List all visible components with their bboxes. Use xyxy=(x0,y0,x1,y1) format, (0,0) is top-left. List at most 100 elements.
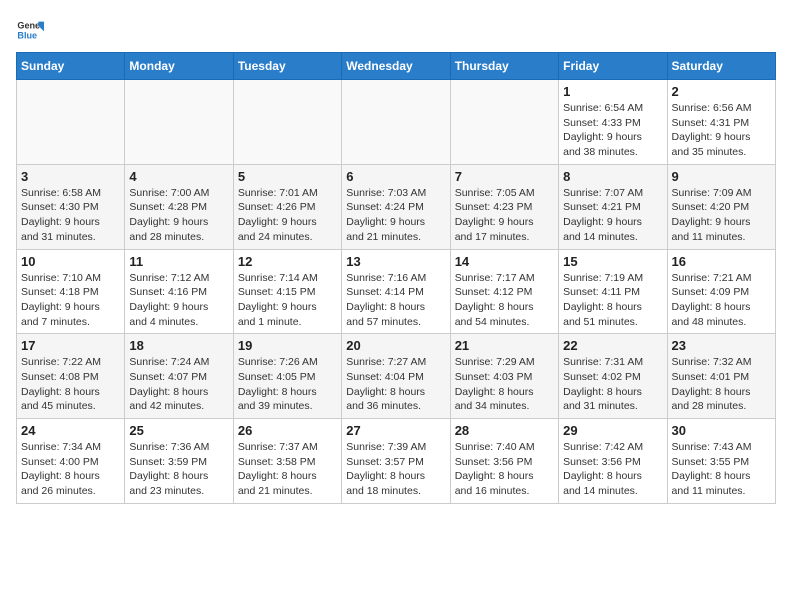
svg-text:Blue: Blue xyxy=(17,30,37,40)
calendar-cell: 7 Sunrise: 7:05 AM Sunset: 4:23 PM Daylig… xyxy=(450,164,558,249)
day-info: Sunrise: 7:05 AM Sunset: 4:23 PM Dayligh… xyxy=(455,186,554,245)
day-info: Sunrise: 6:58 AM Sunset: 4:30 PM Dayligh… xyxy=(21,186,120,245)
calendar-cell: 30 Sunrise: 7:43 AM Sunset: 3:55 PM Dayli… xyxy=(667,419,775,504)
calendar-table: SundayMondayTuesdayWednesdayThursdayFrid… xyxy=(16,52,776,504)
header-thursday: Thursday xyxy=(450,53,558,80)
day-info: Sunrise: 7:00 AM Sunset: 4:28 PM Dayligh… xyxy=(129,186,228,245)
day-info: Sunrise: 7:19 AM Sunset: 4:11 PM Dayligh… xyxy=(563,271,662,330)
day-number: 23 xyxy=(672,338,771,353)
calendar-cell: 21 Sunrise: 7:29 AM Sunset: 4:03 PM Dayli… xyxy=(450,334,558,419)
header-saturday: Saturday xyxy=(667,53,775,80)
calendar-cell: 3 Sunrise: 6:58 AM Sunset: 4:30 PM Daylig… xyxy=(17,164,125,249)
day-number: 5 xyxy=(238,169,337,184)
day-number: 17 xyxy=(21,338,120,353)
header-friday: Friday xyxy=(559,53,667,80)
day-info: Sunrise: 7:16 AM Sunset: 4:14 PM Dayligh… xyxy=(346,271,445,330)
day-number: 28 xyxy=(455,423,554,438)
day-number: 27 xyxy=(346,423,445,438)
calendar-cell: 12 Sunrise: 7:14 AM Sunset: 4:15 PM Dayli… xyxy=(233,249,341,334)
calendar-cell: 9Sunrise: 7:09 AM Sunset: 4:20 PM Daylig… xyxy=(667,164,775,249)
calendar-cell xyxy=(125,80,233,165)
calendar-cell xyxy=(342,80,450,165)
calendar-cell: 6Sunrise: 7:03 AM Sunset: 4:24 PM Daylig… xyxy=(342,164,450,249)
day-number: 10 xyxy=(21,254,120,269)
day-number: 25 xyxy=(129,423,228,438)
calendar-cell: 14 Sunrise: 7:17 AM Sunset: 4:12 PM Dayli… xyxy=(450,249,558,334)
day-info: Sunrise: 7:31 AM Sunset: 4:02 PM Dayligh… xyxy=(563,355,662,414)
calendar-cell: 26 Sunrise: 7:37 AM Sunset: 3:58 PM Dayli… xyxy=(233,419,341,504)
header-wednesday: Wednesday xyxy=(342,53,450,80)
day-info: Sunrise: 6:54 AM Sunset: 4:33 PM Dayligh… xyxy=(563,101,662,160)
calendar-cell: 10 Sunrise: 7:10 AM Sunset: 4:18 PM Dayli… xyxy=(17,249,125,334)
day-number: 24 xyxy=(21,423,120,438)
day-info: Sunrise: 7:42 AM Sunset: 3:56 PM Dayligh… xyxy=(563,440,662,499)
calendar-cell: 4 Sunrise: 7:00 AM Sunset: 4:28 PM Daylig… xyxy=(125,164,233,249)
day-number: 29 xyxy=(563,423,662,438)
header-sunday: Sunday xyxy=(17,53,125,80)
day-number: 26 xyxy=(238,423,337,438)
day-number: 4 xyxy=(129,169,228,184)
calendar-cell: 17 Sunrise: 7:22 AM Sunset: 4:08 PM Dayli… xyxy=(17,334,125,419)
calendar-cell: 5 Sunrise: 7:01 AM Sunset: 4:26 PM Daylig… xyxy=(233,164,341,249)
calendar-cell: 22 Sunrise: 7:31 AM Sunset: 4:02 PM Dayli… xyxy=(559,334,667,419)
calendar-header-row: SundayMondayTuesdayWednesdayThursdayFrid… xyxy=(17,53,776,80)
calendar-week-row: 17 Sunrise: 7:22 AM Sunset: 4:08 PM Dayli… xyxy=(17,334,776,419)
day-info: Sunrise: 7:21 AM Sunset: 4:09 PM Dayligh… xyxy=(672,271,771,330)
day-number: 18 xyxy=(129,338,228,353)
day-number: 19 xyxy=(238,338,337,353)
day-info: Sunrise: 7:40 AM Sunset: 3:56 PM Dayligh… xyxy=(455,440,554,499)
calendar-cell: 8Sunrise: 7:07 AM Sunset: 4:21 PM Daylig… xyxy=(559,164,667,249)
day-number: 3 xyxy=(21,169,120,184)
day-info: Sunrise: 7:12 AM Sunset: 4:16 PM Dayligh… xyxy=(129,271,228,330)
day-number: 22 xyxy=(563,338,662,353)
day-number: 1 xyxy=(563,84,662,99)
day-number: 13 xyxy=(346,254,445,269)
day-info: Sunrise: 7:32 AM Sunset: 4:01 PM Dayligh… xyxy=(672,355,771,414)
day-number: 8 xyxy=(563,169,662,184)
day-number: 20 xyxy=(346,338,445,353)
calendar-week-row: 24 Sunrise: 7:34 AM Sunset: 4:00 PM Dayli… xyxy=(17,419,776,504)
day-number: 30 xyxy=(672,423,771,438)
calendar-cell: 1 Sunrise: 6:54 AM Sunset: 4:33 PM Daylig… xyxy=(559,80,667,165)
calendar-cell: 13 Sunrise: 7:16 AM Sunset: 4:14 PM Dayli… xyxy=(342,249,450,334)
day-info: Sunrise: 7:43 AM Sunset: 3:55 PM Dayligh… xyxy=(672,440,771,499)
day-number: 2 xyxy=(672,84,771,99)
day-number: 14 xyxy=(455,254,554,269)
logo: General Blue xyxy=(16,16,44,44)
day-info: Sunrise: 7:26 AM Sunset: 4:05 PM Dayligh… xyxy=(238,355,337,414)
calendar-cell: 23 Sunrise: 7:32 AM Sunset: 4:01 PM Dayli… xyxy=(667,334,775,419)
calendar-cell: 11 Sunrise: 7:12 AM Sunset: 4:16 PM Dayli… xyxy=(125,249,233,334)
day-number: 21 xyxy=(455,338,554,353)
calendar-cell: 28 Sunrise: 7:40 AM Sunset: 3:56 PM Dayli… xyxy=(450,419,558,504)
day-info: Sunrise: 7:34 AM Sunset: 4:00 PM Dayligh… xyxy=(21,440,120,499)
logo-icon: General Blue xyxy=(16,16,44,44)
day-info: Sunrise: 7:03 AM Sunset: 4:24 PM Dayligh… xyxy=(346,186,445,245)
calendar-cell: 29 Sunrise: 7:42 AM Sunset: 3:56 PM Dayli… xyxy=(559,419,667,504)
day-info: Sunrise: 7:01 AM Sunset: 4:26 PM Dayligh… xyxy=(238,186,337,245)
day-info: Sunrise: 7:17 AM Sunset: 4:12 PM Dayligh… xyxy=(455,271,554,330)
day-info: Sunrise: 7:29 AM Sunset: 4:03 PM Dayligh… xyxy=(455,355,554,414)
calendar-cell xyxy=(17,80,125,165)
header-tuesday: Tuesday xyxy=(233,53,341,80)
day-number: 12 xyxy=(238,254,337,269)
header-monday: Monday xyxy=(125,53,233,80)
day-info: Sunrise: 7:22 AM Sunset: 4:08 PM Dayligh… xyxy=(21,355,120,414)
day-info: Sunrise: 7:37 AM Sunset: 3:58 PM Dayligh… xyxy=(238,440,337,499)
day-info: Sunrise: 7:39 AM Sunset: 3:57 PM Dayligh… xyxy=(346,440,445,499)
day-number: 15 xyxy=(563,254,662,269)
calendar-cell: 24 Sunrise: 7:34 AM Sunset: 4:00 PM Dayli… xyxy=(17,419,125,504)
day-info: Sunrise: 7:10 AM Sunset: 4:18 PM Dayligh… xyxy=(21,271,120,330)
calendar-week-row: 3 Sunrise: 6:58 AM Sunset: 4:30 PM Daylig… xyxy=(17,164,776,249)
day-info: Sunrise: 7:36 AM Sunset: 3:59 PM Dayligh… xyxy=(129,440,228,499)
calendar-cell: 16 Sunrise: 7:21 AM Sunset: 4:09 PM Dayli… xyxy=(667,249,775,334)
day-info: Sunrise: 7:14 AM Sunset: 4:15 PM Dayligh… xyxy=(238,271,337,330)
day-number: 11 xyxy=(129,254,228,269)
page-header: General Blue xyxy=(16,16,776,44)
day-info: Sunrise: 7:27 AM Sunset: 4:04 PM Dayligh… xyxy=(346,355,445,414)
day-number: 9 xyxy=(672,169,771,184)
day-number: 7 xyxy=(455,169,554,184)
calendar-cell: 25 Sunrise: 7:36 AM Sunset: 3:59 PM Dayli… xyxy=(125,419,233,504)
day-number: 16 xyxy=(672,254,771,269)
day-info: Sunrise: 6:56 AM Sunset: 4:31 PM Dayligh… xyxy=(672,101,771,160)
calendar-cell: 15 Sunrise: 7:19 AM Sunset: 4:11 PM Dayli… xyxy=(559,249,667,334)
